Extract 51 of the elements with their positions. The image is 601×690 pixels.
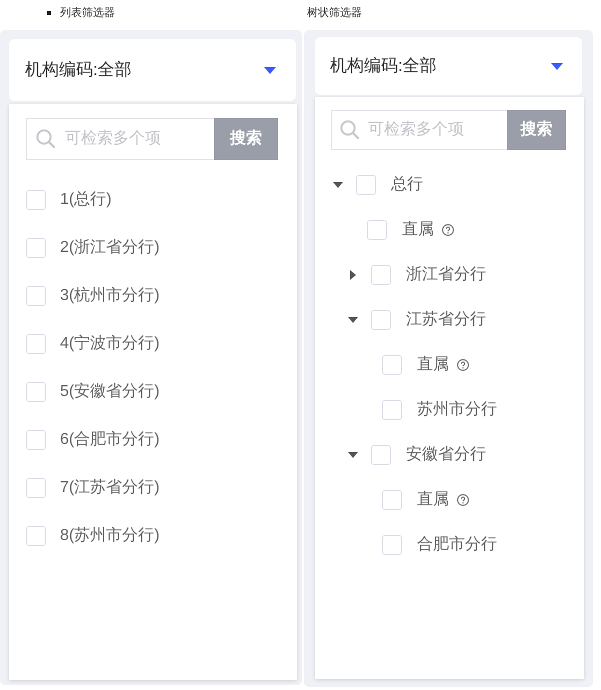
select-field[interactable]: 机构编码:全部 bbox=[315, 37, 582, 95]
caret-right-icon[interactable] bbox=[350, 270, 356, 280]
checkbox[interactable] bbox=[26, 286, 46, 306]
tree-node-label[interactable]: 安徽省分行 bbox=[406, 442, 486, 466]
checkbox[interactable] bbox=[367, 220, 387, 240]
checkbox[interactable] bbox=[26, 430, 46, 450]
checkbox[interactable] bbox=[26, 478, 46, 498]
caret-down-icon bbox=[551, 62, 563, 70]
tree-node-label[interactable]: 江苏省分行 bbox=[406, 308, 486, 332]
search-icon bbox=[36, 129, 55, 148]
help-icon[interactable] bbox=[457, 358, 469, 370]
checkbox[interactable] bbox=[26, 334, 46, 354]
option-label[interactable]: 3(杭州市分行) bbox=[60, 284, 160, 308]
option-label[interactable]: 7(江苏省分行) bbox=[60, 476, 160, 500]
caret-down-icon[interactable] bbox=[333, 182, 343, 188]
option-label[interactable]: 2(浙江省分行) bbox=[60, 236, 160, 260]
tree-node-label[interactable]: 直属 bbox=[402, 218, 434, 242]
caret-down-icon[interactable] bbox=[348, 316, 358, 322]
option-label[interactable]: 4(宁波市分行) bbox=[60, 332, 160, 356]
tree-node-label[interactable]: 浙江省分行 bbox=[406, 262, 486, 286]
checkbox[interactable] bbox=[382, 534, 402, 554]
caret-down-icon bbox=[264, 66, 276, 74]
option-label[interactable]: 1(总行) bbox=[60, 188, 112, 212]
option-label[interactable]: 6(合肥市分行) bbox=[60, 428, 160, 452]
help-icon[interactable] bbox=[442, 224, 454, 236]
section-label: 列表筛选器 bbox=[60, 6, 115, 20]
tree-node-label[interactable]: 苏州市分行 bbox=[417, 398, 497, 422]
section-label: 树状筛选器 bbox=[307, 6, 362, 20]
checkbox[interactable] bbox=[371, 264, 391, 284]
checkbox[interactable] bbox=[382, 354, 402, 374]
option-label[interactable]: 5(安徽省分行) bbox=[60, 380, 160, 404]
help-icon[interactable] bbox=[457, 494, 469, 506]
tree-node-label[interactable]: 合肥市分行 bbox=[417, 532, 497, 556]
search-field[interactable]: 可检索多个项 bbox=[26, 118, 214, 160]
option-label[interactable]: 8(苏州市分行) bbox=[60, 524, 160, 548]
checkbox[interactable] bbox=[26, 238, 46, 258]
search-field[interactable]: 可检索多个项 bbox=[331, 110, 507, 150]
tree-node-label[interactable]: 直属 bbox=[417, 488, 449, 512]
checkbox[interactable] bbox=[371, 444, 391, 464]
checkbox[interactable] bbox=[26, 526, 46, 546]
select-field[interactable]: 机构编码:全部 bbox=[9, 39, 296, 101]
checkbox[interactable] bbox=[26, 382, 46, 402]
tree-node-label[interactable]: 直属 bbox=[417, 352, 449, 376]
checkbox[interactable] bbox=[382, 400, 402, 420]
caret-down-icon[interactable] bbox=[348, 452, 358, 458]
checkbox[interactable] bbox=[356, 174, 376, 194]
search-icon bbox=[340, 120, 359, 139]
checkbox[interactable] bbox=[26, 190, 46, 210]
tree-node-label[interactable]: 总行 bbox=[391, 172, 423, 196]
checkbox[interactable] bbox=[382, 490, 402, 510]
checkbox[interactable] bbox=[371, 310, 391, 330]
